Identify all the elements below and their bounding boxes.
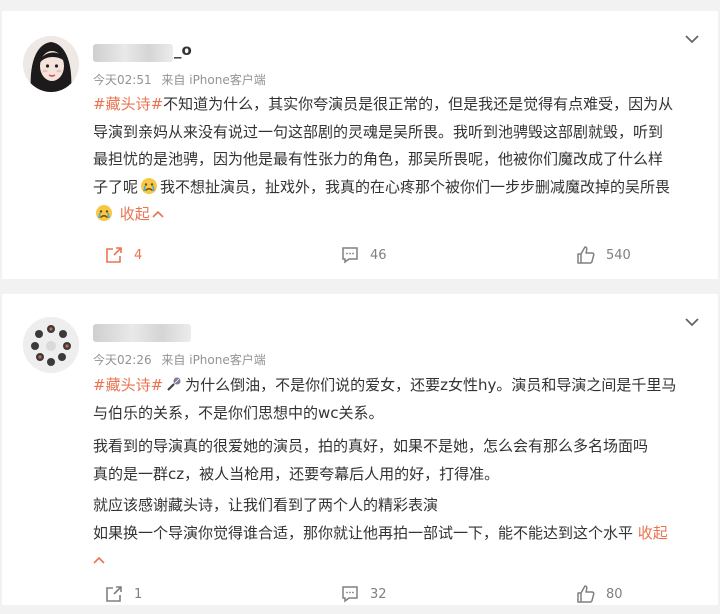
comment-count: 46 [370, 247, 387, 263]
body-line: 不知道为什么，其实你夸演员是很正常的，但是我还是觉得有点难受，因为从 [163, 95, 674, 113]
comment-icon [342, 247, 358, 264]
share-icon [106, 247, 122, 263]
like-icon [577, 246, 595, 264]
collapse-label: 收起 [637, 523, 668, 542]
microphone-icon [167, 377, 181, 391]
username-blurred[interactable] [93, 44, 173, 62]
avatar[interactable] [23, 36, 79, 92]
comment-button[interactable]: 46 [340, 245, 387, 265]
username-blurred[interactable] [93, 324, 191, 342]
post-actions: 1 32 80 [2, 584, 718, 614]
share-count: 4 [134, 247, 143, 263]
post-meta: 今天02:51 来自 iPhone客户端 [93, 71, 272, 88]
comment-icon [342, 586, 358, 603]
body-line: 导演到亲妈从来没有说过一句这部剧的灵魂是吴所畏。我听到池骋毁这部剧就毁，听到 [93, 122, 664, 141]
body-line: 真的是一群cz，被人当枪用，还要夸幕后人用的好，打得准。 [93, 464, 500, 483]
body-line: 我不想扯演员，扯戏外，我真的在心疼那个被你们一步步删减魔改掉的吴所畏 [160, 177, 671, 196]
post-actions: 4 46 540 [2, 245, 718, 275]
like-button[interactable]: 80 [576, 584, 623, 604]
post-time[interactable]: 今天02:26 [93, 353, 152, 367]
post-body: #藏头诗#不知道为什么，其实你夸演员是很正常的，但是我还是觉得有点难受，因为从 … [93, 91, 705, 229]
like-icon [577, 585, 595, 603]
post-source: 来自 iPhone客户端 [161, 353, 266, 367]
post-body: #藏头诗# 为什么倒油，不是你们说的爱女，还要z女性hy。演员和导演之间是千里马 … [93, 372, 705, 575]
collapse-link[interactable]: 收起 [120, 205, 164, 223]
post-meta: 今天02:26 来自 iPhone客户端 [93, 351, 272, 368]
share-icon [106, 586, 122, 602]
post-card: 今天02:26 来自 iPhone客户端 #藏头诗# 为什么倒油，不是你们说的爱女… [2, 294, 718, 605]
post-card: _o 今天02:51 来自 iPhone客户端 #藏头诗#不知道为什么，其实你夸… [2, 11, 718, 279]
like-button[interactable]: 540 [576, 245, 631, 265]
chevron-down-icon[interactable] [684, 31, 700, 47]
like-count: 80 [606, 586, 623, 602]
comment-button[interactable]: 32 [340, 584, 387, 604]
body-line: 我看到的导演真的很爱她的演员，拍的真好，如果不是她，怎么会有那么多名场面吗 [93, 437, 649, 455]
share-button[interactable]: 1 [104, 584, 142, 604]
body-line: 最担忧的是池骋，因为他是最有性张力的角色，那吴所畏呢，他被你们魔改成了什么样 [93, 150, 664, 168]
chevron-down-icon[interactable] [684, 314, 700, 330]
collapse-link[interactable]: 收起 [638, 524, 668, 542]
share-button[interactable]: 4 [104, 245, 142, 265]
sad-emoji-icon [141, 177, 158, 194]
chevron-up-icon [152, 210, 164, 218]
avatar[interactable] [23, 317, 79, 373]
body-line: 与伯乐的关系，不是你们思想中的wc关系。 [93, 403, 384, 422]
like-count: 540 [606, 247, 631, 263]
share-count: 1 [134, 586, 143, 602]
sad-emoji-icon [96, 205, 112, 221]
post-time[interactable]: 今天02:51 [93, 73, 152, 87]
body-line: 如果换一个导演你觉得谁合适，那你就让他再拍一部试一下，能不能达到这个水平 [93, 523, 634, 542]
body-line: 子了呢 [93, 177, 139, 196]
chevron-up-icon[interactable] [93, 555, 105, 565]
username-suffix[interactable]: _o [174, 41, 192, 59]
collapse-label: 收起 [119, 205, 150, 223]
post-source: 来自 iPhone客户端 [161, 73, 266, 87]
comment-count: 32 [370, 586, 387, 602]
topic-tag[interactable]: #藏头诗# [93, 95, 163, 113]
topic-tag[interactable]: #藏头诗# [93, 376, 163, 394]
body-line: 为什么倒油，不是你们说的爱女，还要z女性hy。演员和导演之间是千里马 [185, 376, 677, 394]
body-line: 就应该感谢藏头诗，让我们看到了两个人的精彩表演 [93, 496, 439, 514]
